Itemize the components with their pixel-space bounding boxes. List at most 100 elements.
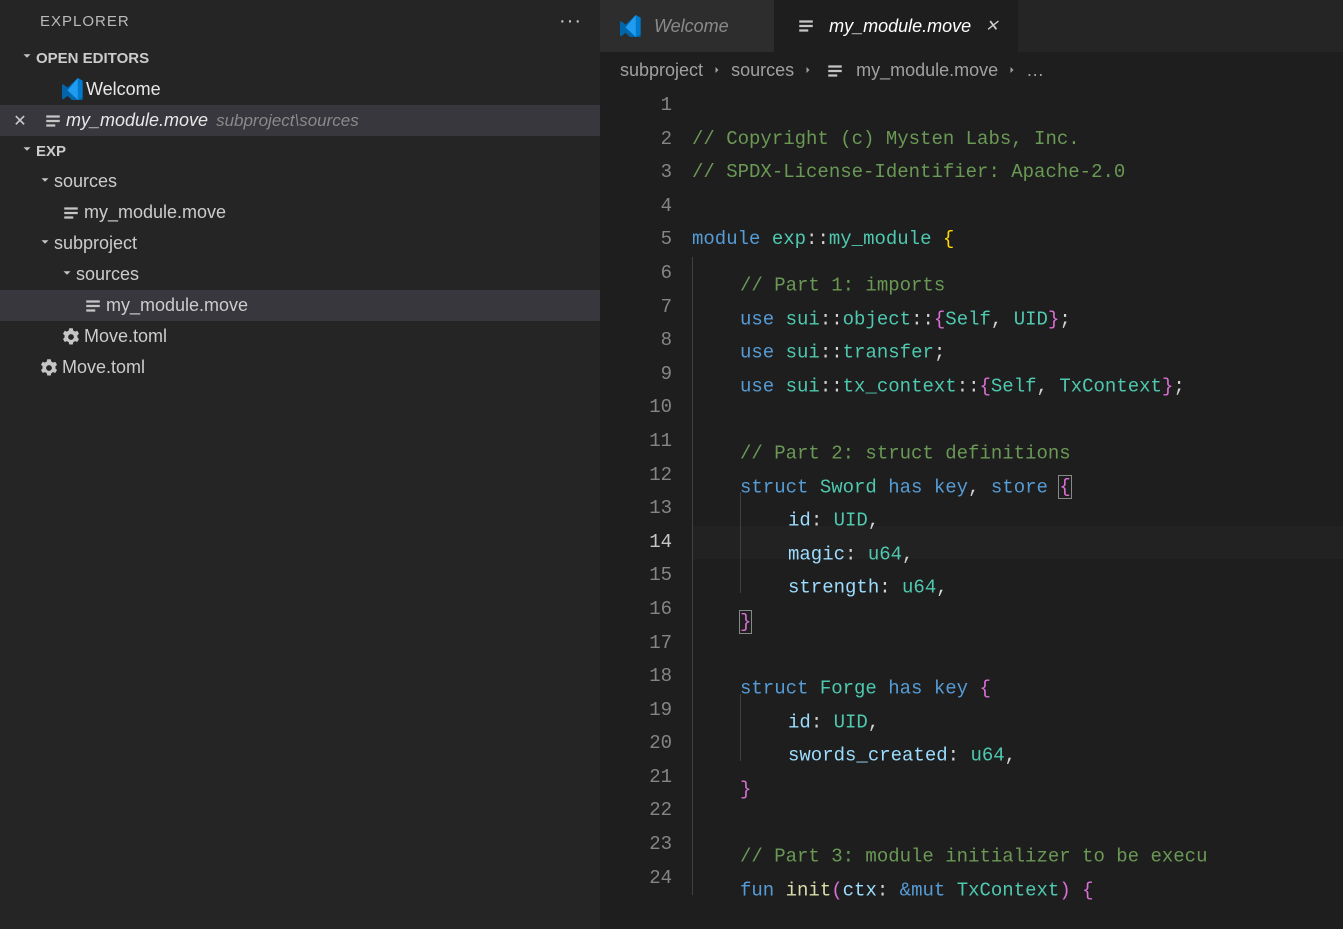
tree-label: sources [76, 264, 139, 285]
open-editor-item[interactable]: Welcome [0, 73, 600, 105]
tree-file[interactable]: Move.toml [0, 321, 600, 352]
code-line[interactable]: // Part 1: imports [692, 257, 1343, 291]
tree-file[interactable]: Move.toml [0, 352, 600, 383]
code-line[interactable]: use sui::object::{Self, UID}; [692, 291, 1343, 325]
tree-file[interactable]: my_module.move [0, 197, 600, 228]
open-editors-list: Welcome ✕ my_module.movesubproject\source… [0, 73, 600, 136]
code-line[interactable]: swords_created: u64, [692, 727, 1343, 761]
code-line[interactable]: strength: u64, [692, 559, 1343, 593]
tree-file[interactable]: my_module.move [0, 290, 600, 321]
chevron-down-icon [18, 142, 36, 160]
line-number: 24 [600, 862, 672, 896]
tree-label: sources [54, 171, 117, 192]
code-line[interactable]: // Part 2: struct definitions [692, 425, 1343, 459]
code-line[interactable] [692, 89, 1343, 123]
vscode-icon [620, 15, 642, 37]
code-line[interactable]: struct Sword has key, store { [692, 459, 1343, 493]
code-line[interactable]: fun init(ctx: &mut TxContext) { [692, 862, 1343, 896]
tree-folder[interactable]: sources [0, 166, 600, 197]
file-icon [84, 297, 102, 315]
tree-folder[interactable]: subproject [0, 228, 600, 259]
file-tree: sources my_module.movesubprojectsources … [0, 166, 600, 383]
code-line[interactable] [692, 627, 1343, 661]
close-icon[interactable]: ✕ [0, 111, 40, 131]
line-number: 23 [600, 828, 672, 862]
file-icon [826, 62, 844, 80]
code-line[interactable]: module exp::my_module { [692, 223, 1343, 257]
editor-area: Welcome✕ my_module.move ✕ subproject sourc… [600, 0, 1343, 929]
chevron-down-icon [36, 171, 54, 192]
line-number: 19 [600, 694, 672, 728]
line-number: 8 [600, 324, 672, 358]
explorer-sidebar: EXPLORER ··· OPEN EDITORS Welcome ✕ my_mo… [0, 0, 600, 929]
chevron-right-icon [1006, 60, 1018, 81]
vscode-icon [62, 78, 84, 100]
breadcrumb-item[interactable]: sources [731, 60, 794, 81]
tab-label: Welcome [654, 16, 729, 37]
line-number: 15 [600, 559, 672, 593]
file-icon [62, 204, 80, 222]
line-number: 14 [600, 526, 672, 560]
code-line[interactable]: // SPDX-License-Identifier: Apache-2.0 [692, 156, 1343, 190]
chevron-down-icon [36, 233, 54, 254]
line-number: 6 [600, 257, 672, 291]
tree-label: Move.toml [62, 357, 145, 378]
tree-label: Move.toml [84, 326, 167, 347]
line-number: 7 [600, 291, 672, 325]
tree-label: my_module.move [106, 295, 248, 316]
line-number: 4 [600, 190, 672, 224]
line-number: 21 [600, 761, 672, 795]
line-number: 9 [600, 358, 672, 392]
code-content[interactable]: // Copyright (c) Mysten Labs, Inc.// SPD… [692, 89, 1343, 929]
code-line[interactable]: magic: u64, [692, 526, 1343, 560]
line-number: 13 [600, 492, 672, 526]
line-number: 10 [600, 391, 672, 425]
tree-label: my_module.move [84, 202, 226, 223]
code-line[interactable] [692, 190, 1343, 224]
chevron-down-icon [18, 49, 36, 67]
more-icon[interactable]: ··· [559, 10, 582, 33]
code-line[interactable]: use sui::tx_context::{Self, TxContext}; [692, 358, 1343, 392]
open-editors-label: OPEN EDITORS [36, 50, 149, 67]
line-number: 2 [600, 123, 672, 157]
open-editor-item[interactable]: ✕ my_module.movesubproject\sources [0, 105, 600, 136]
chevron-right-icon [711, 60, 723, 81]
workspace-label: EXP [36, 143, 66, 160]
breadcrumb-item[interactable]: my_module.move [856, 60, 998, 81]
tree-folder[interactable]: sources [0, 259, 600, 290]
line-number: 1 [600, 89, 672, 123]
explorer-header: EXPLORER ··· [0, 0, 600, 43]
workspace-section[interactable]: EXP [0, 136, 600, 166]
breadcrumb-item[interactable]: subproject [620, 60, 703, 81]
line-number-gutter: 123456789101112131415161718192021222324 [600, 89, 692, 929]
code-line[interactable] [692, 794, 1343, 828]
line-number: 18 [600, 660, 672, 694]
line-number: 22 [600, 794, 672, 828]
editor-tab[interactable]: my_module.move ✕ [775, 0, 1017, 52]
code-editor[interactable]: 123456789101112131415161718192021222324 … [600, 89, 1343, 929]
open-editor-label: Welcome [86, 79, 161, 100]
open-editor-path: subproject\sources [216, 111, 359, 131]
chevron-down-icon [58, 264, 76, 285]
breadcrumbs[interactable]: subproject sources my_module.move … [600, 52, 1343, 89]
editor-tab[interactable]: Welcome✕ [600, 0, 775, 52]
breadcrumb-more[interactable]: … [1026, 60, 1044, 81]
tab-label: my_module.move [829, 16, 971, 37]
code-line[interactable]: id: UID, [692, 694, 1343, 728]
chevron-right-icon [802, 60, 814, 81]
code-line[interactable]: // Part 3: module initializer to be exec… [692, 828, 1343, 862]
line-number: 12 [600, 459, 672, 493]
tab-bar: Welcome✕ my_module.move ✕ [600, 0, 1343, 52]
file-icon [797, 17, 815, 35]
close-icon[interactable]: ✕ [981, 16, 998, 36]
open-editors-section[interactable]: OPEN EDITORS [0, 43, 600, 73]
line-number: 17 [600, 627, 672, 661]
gear-icon [61, 327, 81, 347]
tree-label: subproject [54, 233, 137, 254]
line-number: 16 [600, 593, 672, 627]
line-number: 20 [600, 727, 672, 761]
explorer-title: EXPLORER [40, 13, 130, 30]
code-line[interactable]: struct Forge has key { [692, 660, 1343, 694]
code-line[interactable]: // Copyright (c) Mysten Labs, Inc. [692, 123, 1343, 157]
file-icon [44, 112, 62, 130]
